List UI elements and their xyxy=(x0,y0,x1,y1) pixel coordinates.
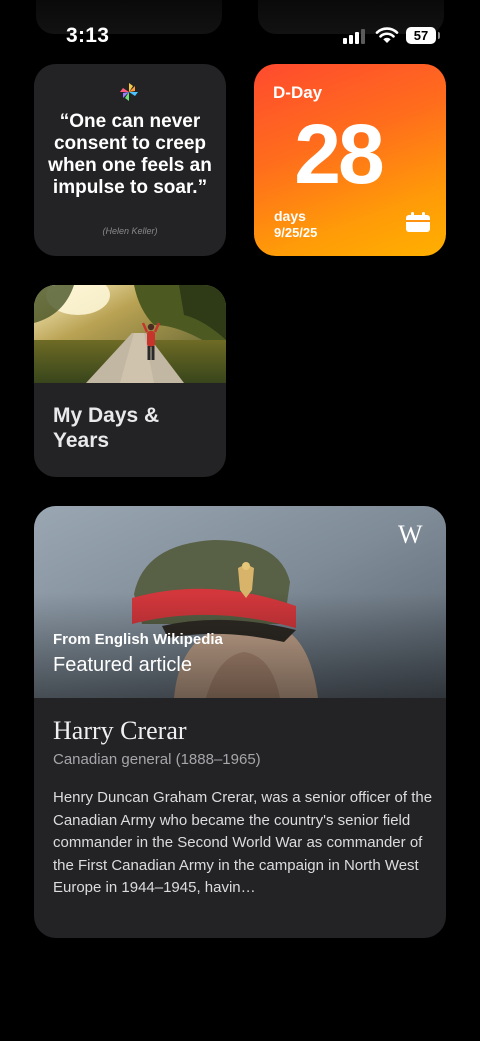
dday-date: 9/25/25 xyxy=(274,225,318,240)
article-summary: Henry Duncan Graham Crerar, was a senior… xyxy=(53,789,433,897)
article-subtitle: Canadian general (1888–1965) xyxy=(53,751,261,768)
featured-article-label: Featured article xyxy=(53,654,192,676)
pinwheel-icon xyxy=(120,83,138,101)
cellular-signal-icon xyxy=(343,28,367,44)
article-title: Harry Crerar xyxy=(53,716,187,745)
battery-icon: 57 xyxy=(406,27,440,44)
my-days-title: My Days & Years xyxy=(53,404,160,452)
dday-title: D-Day xyxy=(273,83,323,102)
wikipedia-logo-icon: W xyxy=(398,520,423,549)
wikipedia-source-label: From English Wikipedia xyxy=(53,631,223,648)
calendar-icon xyxy=(406,212,430,232)
status-bar: 3:13 57 xyxy=(0,0,480,64)
wifi-icon xyxy=(375,27,399,43)
quote-text: “One can never consent to creep when one… xyxy=(48,111,212,198)
walking-road-photo xyxy=(34,285,226,383)
quote-author: (Helen Keller) xyxy=(102,226,158,236)
dday-unit: days xyxy=(274,208,306,224)
dday-count: 28 xyxy=(294,107,384,201)
status-time: 3:13 xyxy=(66,24,110,47)
